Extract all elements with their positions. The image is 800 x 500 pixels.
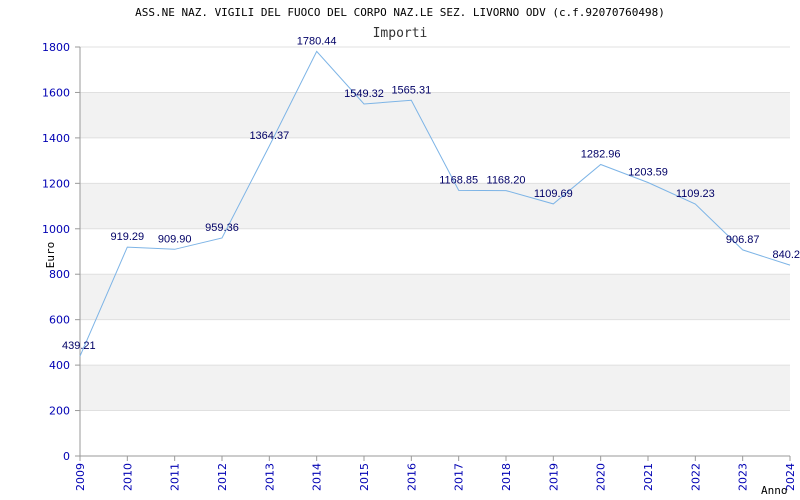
x-tick-label: 2016 xyxy=(405,463,418,491)
data-label: 1565.31 xyxy=(391,84,431,96)
x-tick-label: 2013 xyxy=(263,463,276,491)
x-tick-label: 2020 xyxy=(595,463,608,491)
line-chart: ASS.NE NAZ. VIGILI DEL FUOCO DEL CORPO N… xyxy=(42,6,800,497)
y-tick-label: 1400 xyxy=(42,132,70,145)
data-label: 1168.85 xyxy=(439,174,478,186)
x-tick-label: 2012 xyxy=(216,463,229,491)
y-axis-label: Euro xyxy=(44,242,57,269)
data-label: 1549.32 xyxy=(344,88,384,100)
data-label: 1282.96 xyxy=(581,148,621,160)
grid-band xyxy=(80,92,790,138)
x-tick-label: 2017 xyxy=(453,463,466,491)
data-label: 1109.23 xyxy=(676,188,715,200)
y-tick-label: 800 xyxy=(49,268,70,281)
grid-band xyxy=(80,365,790,411)
chart-title: ASS.NE NAZ. VIGILI DEL FUOCO DEL CORPO N… xyxy=(135,6,665,19)
grid-bands xyxy=(80,92,790,411)
x-axis-label: Anno xyxy=(761,484,788,497)
data-label: 1780.44 xyxy=(297,35,337,47)
x-tick-label: 2019 xyxy=(547,463,560,491)
y-tick-label: 400 xyxy=(49,359,70,372)
data-label: 906.87 xyxy=(726,234,760,246)
x-tick-label: 2010 xyxy=(121,463,134,491)
data-label: 909.90 xyxy=(158,233,192,245)
x-tick-label: 2009 xyxy=(74,463,87,491)
data-label: 840.2 xyxy=(772,249,800,261)
data-label: 1364.37 xyxy=(249,130,289,142)
x-tick-label: 2022 xyxy=(689,463,702,491)
data-label: 1203.59 xyxy=(628,167,668,179)
chart-subtitle: Importi xyxy=(373,26,428,41)
data-label: 439.21 xyxy=(62,340,96,352)
y-tick-label: 1000 xyxy=(42,223,70,236)
x-tick-label: 2015 xyxy=(358,463,371,491)
y-tick-label: 200 xyxy=(49,405,70,418)
x-tick-label: 2021 xyxy=(642,463,655,491)
x-tick-label: 2018 xyxy=(500,463,513,491)
y-tick-label: 1600 xyxy=(42,86,70,99)
y-tick-label: 1800 xyxy=(42,41,70,54)
data-label: 959.36 xyxy=(205,222,239,234)
x-tick-labels: 2009 2010 2011 2012 2013 2014 2015 2016 2017 2018… xyxy=(74,463,797,491)
y-tick-label: 1200 xyxy=(42,177,70,190)
x-tick-label: 2014 xyxy=(311,463,324,491)
x-tick-label: 2023 xyxy=(737,463,750,491)
x-tick-label: 2011 xyxy=(169,463,182,491)
y-tick-label: 600 xyxy=(49,314,70,327)
grid-band xyxy=(80,274,790,320)
data-label: 919.29 xyxy=(111,231,145,243)
y-tick-label: 0 xyxy=(63,450,70,463)
data-label: 1168.20 xyxy=(487,175,526,187)
data-label: 1109.69 xyxy=(534,188,573,200)
